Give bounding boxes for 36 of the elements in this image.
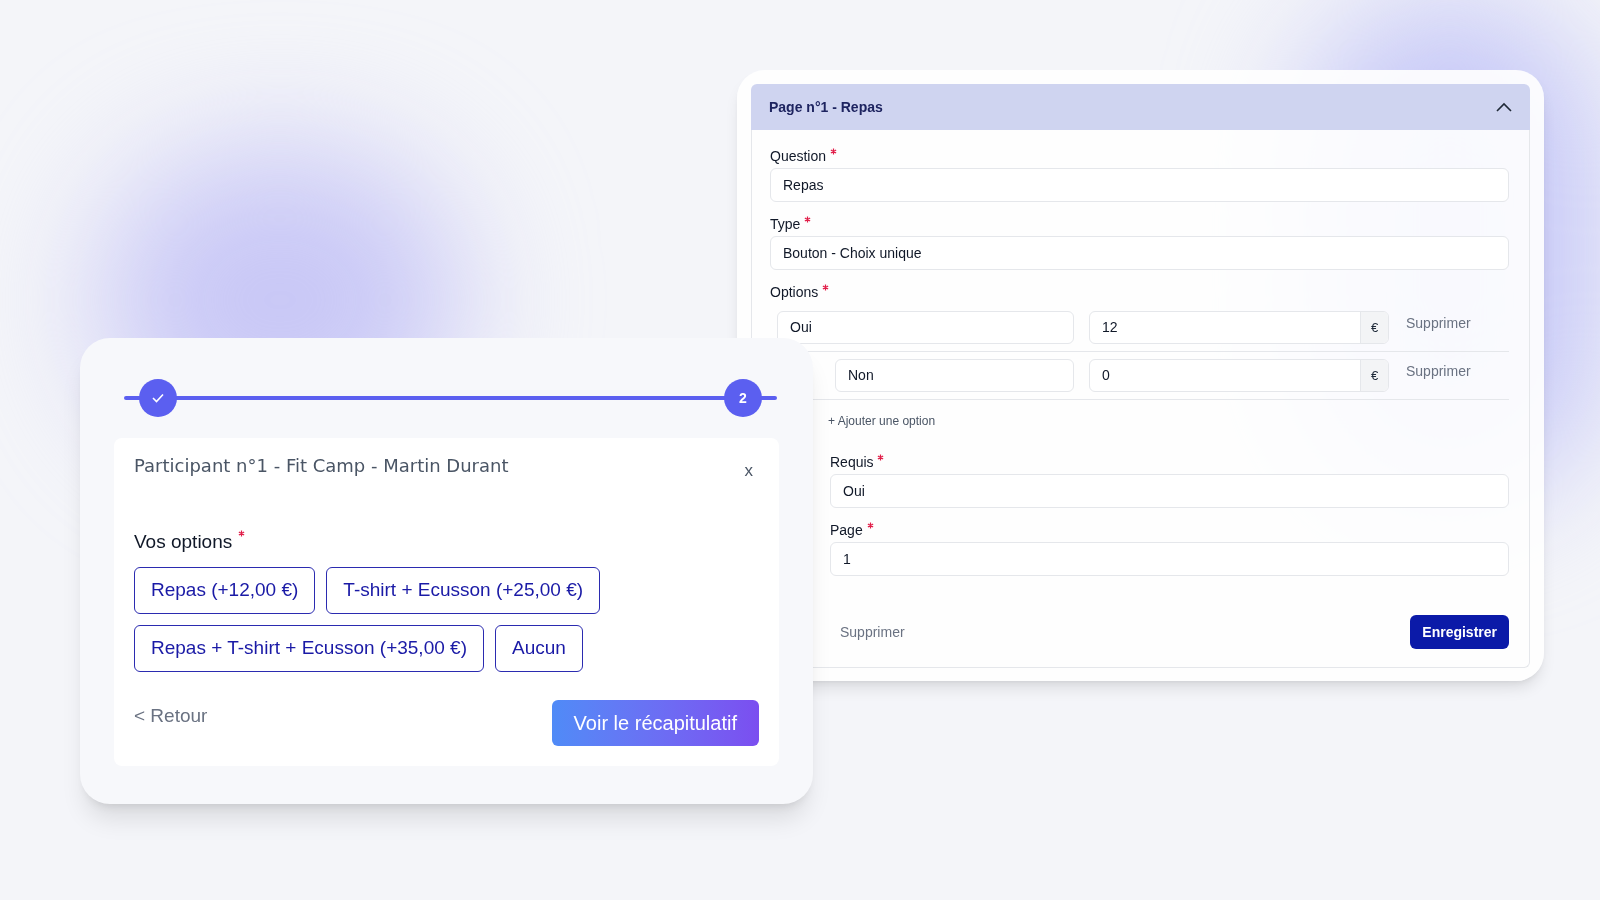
option-name-field[interactable]: Oui [777,311,1074,344]
delete-link[interactable]: Supprimer [840,621,905,643]
text-field[interactable]: 1 [830,542,1509,576]
option-name-field[interactable]: Non [835,359,1074,392]
summary-button[interactable]: Voir le récapitulatif [551,700,759,746]
step-indicator: 2 [724,379,762,417]
back-link[interactable]: < Retour [134,702,208,731]
price-field[interactable]: 12 € [1089,311,1389,344]
remove-link[interactable]: Supprimer [1406,313,1471,334]
price-value: 12 [1101,318,1119,337]
question-label: Vos options [134,527,759,556]
close-button[interactable]: x [744,458,753,484]
remove-link[interactable]: Supprimer [1406,361,1471,382]
field-label: Options [770,282,1509,300]
choice-button[interactable]: T-shirt + Ecusson (+25,00 €) [326,567,601,614]
currency-addon: € [1360,312,1388,343]
choice-button[interactable]: Repas (+12,00 €) [134,567,316,614]
section-header[interactable]: Page n°1 - Repas [751,84,1530,130]
text-field[interactable]: Oui [830,474,1509,508]
price-field[interactable]: 0 € [1089,359,1389,392]
section-title: Page n°1 - Repas [769,97,883,117]
text-field[interactable]: Bouton - Choix unique [770,236,1509,270]
add-option-link[interactable]: + Ajouter une option [828,412,936,430]
currency-addon: € [1360,360,1388,391]
price-value: 0 [1101,366,1111,385]
field-label: Type [770,214,1509,232]
field-label: Requis [830,452,1509,470]
field-label: Question [770,146,1509,164]
choice-button[interactable]: Repas + T-shirt + Ecusson (+35,00 €) [134,625,484,672]
field-label: Page [830,520,1509,538]
save-button[interactable]: Enregistrer [1410,615,1509,649]
check-icon [152,393,164,403]
chevron-up-icon[interactable] [1496,102,1512,112]
participant-title: Participant n°1 - Fit Camp - Martin Durant [134,454,509,478]
text-field[interactable]: Repas [770,168,1509,202]
choice-button[interactable]: Aucun [494,625,583,672]
